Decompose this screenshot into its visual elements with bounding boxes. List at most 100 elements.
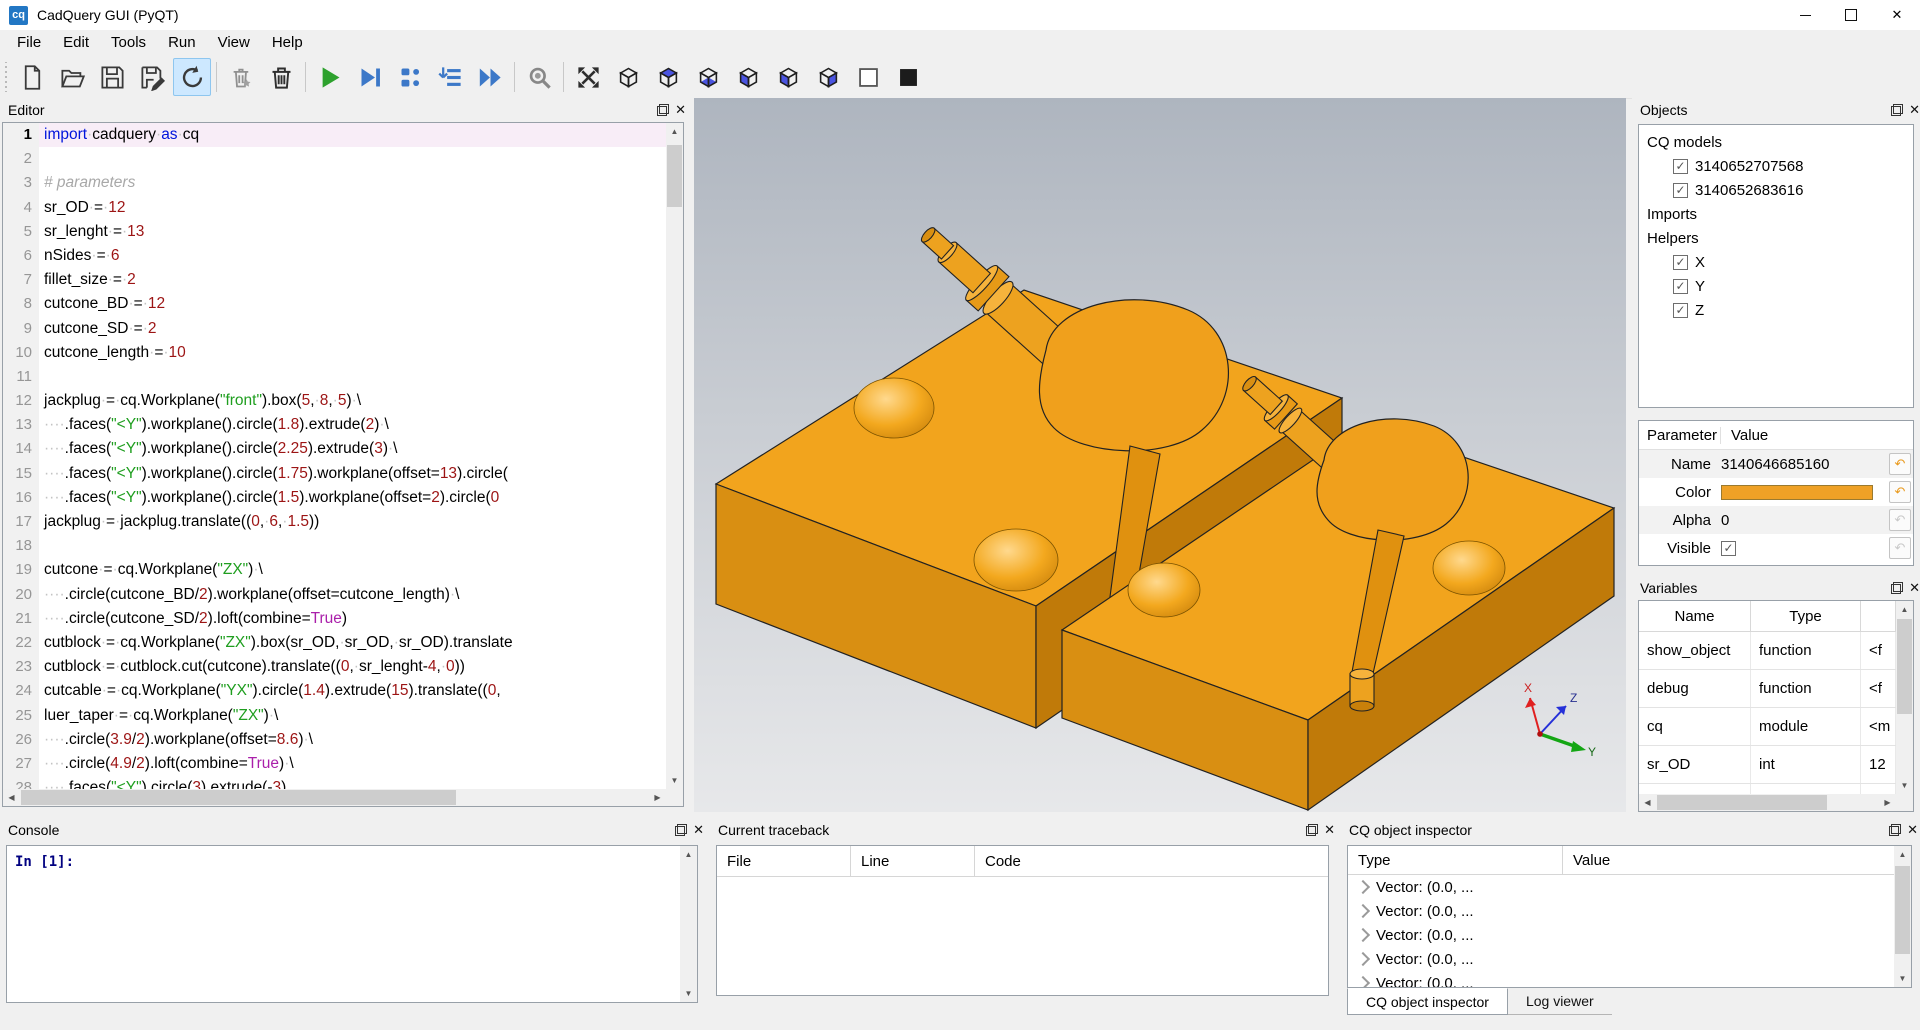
variable-row-sr_lenght[interactable]: sr_lenghtint13 — [1639, 784, 1896, 794]
new-file-button[interactable] — [13, 58, 51, 96]
tree-item[interactable]: ✓Z — [1647, 298, 1913, 322]
visibility-checkbox[interactable]: ✓ — [1673, 303, 1688, 318]
scroll-up-icon[interactable]: ▲ — [1896, 601, 1913, 618]
visibility-checkbox[interactable]: ✓ — [1673, 255, 1688, 270]
fit-view-button[interactable] — [569, 58, 607, 96]
variable-row-cq[interactable]: cqmodule<m — [1639, 708, 1896, 746]
delete-object-button[interactable] — [262, 58, 300, 96]
menu-edit[interactable]: Edit — [52, 30, 100, 56]
step-into-button[interactable] — [431, 58, 469, 96]
visible-checkbox[interactable]: ✓ — [1721, 541, 1736, 556]
color-swatch[interactable] — [1721, 485, 1873, 500]
variables-hscroll-thumb[interactable] — [1657, 795, 1827, 810]
tree-item[interactable]: ✓3140652707568 — [1647, 154, 1913, 178]
tree-item[interactable]: ✓X — [1647, 250, 1913, 274]
parameter-row-alpha[interactable]: Alpha0↶ — [1639, 506, 1913, 534]
editor-hscroll-thumb[interactable] — [21, 790, 456, 805]
maximize-button[interactable] — [1828, 0, 1874, 30]
wireframe-mode-button[interactable] — [849, 58, 887, 96]
editor-vscrollbar[interactable]: ▲ ▼ — [666, 123, 683, 789]
variable-row-debug[interactable]: debugfunction<f — [1639, 670, 1896, 708]
autoreload-button[interactable] — [173, 58, 211, 96]
minimize-button[interactable] — [1782, 0, 1828, 30]
render-button[interactable] — [311, 58, 349, 96]
menu-help[interactable]: Help — [261, 30, 314, 56]
console-float-icon[interactable] — [675, 824, 687, 836]
tab-log-viewer[interactable]: Log viewer — [1508, 988, 1612, 1015]
scroll-right-icon[interactable]: ▶ — [649, 789, 666, 806]
variable-row-sr_OD[interactable]: sr_ODint12 — [1639, 746, 1896, 784]
tree-group-imports[interactable]: Imports — [1647, 202, 1913, 226]
expand-chevron-icon[interactable] — [1356, 880, 1370, 894]
save-as-button[interactable] — [133, 58, 171, 96]
top-view-button[interactable] — [649, 58, 687, 96]
expand-chevron-icon[interactable] — [1356, 928, 1370, 942]
tree-group-helpers[interactable]: Helpers — [1647, 226, 1913, 250]
parameter-row-color[interactable]: Color↶ — [1639, 478, 1913, 506]
parameter-value[interactable]: 0 — [1721, 512, 1889, 529]
menu-view[interactable]: View — [207, 30, 261, 56]
variables-float-icon[interactable] — [1891, 582, 1903, 594]
objects-close-icon[interactable]: ✕ — [1909, 104, 1920, 116]
tree-group-cq-models[interactable]: CQ models — [1647, 130, 1913, 154]
visibility-checkbox[interactable]: ✓ — [1673, 159, 1688, 174]
inspector-row[interactable]: Vector: (0.0, ... — [1348, 971, 1911, 988]
console-panel[interactable]: In [1]: ▲ ▼ — [6, 845, 698, 1003]
scroll-down-icon[interactable]: ▼ — [1894, 970, 1911, 987]
menu-file[interactable]: File — [6, 30, 52, 56]
tree-item[interactable]: ✓Y — [1647, 274, 1913, 298]
parameter-row-visible[interactable]: Visible✓↶ — [1639, 534, 1913, 562]
inspector-close-icon[interactable]: ✕ — [1907, 824, 1918, 836]
scroll-up-icon[interactable]: ▲ — [680, 846, 697, 863]
inspector-row[interactable]: Vector: (0.0, ... — [1348, 923, 1911, 947]
inspect-object-button[interactable] — [520, 58, 558, 96]
inspector-vscroll-thumb[interactable] — [1895, 866, 1910, 954]
iso-view-button[interactable] — [609, 58, 647, 96]
scroll-down-icon[interactable]: ▼ — [666, 772, 683, 789]
left-view-button[interactable] — [729, 58, 767, 96]
save-file-button[interactable] — [93, 58, 131, 96]
editor-hscrollbar[interactable]: ◀ ▶ — [3, 789, 666, 806]
expand-chevron-icon[interactable] — [1356, 952, 1370, 966]
inspector-row[interactable]: Vector: (0.0, ... — [1348, 899, 1911, 923]
variables-vscroll-thumb[interactable] — [1897, 619, 1912, 714]
traceback-float-icon[interactable] — [1306, 824, 1318, 836]
inspector-vscrollbar[interactable]: ▲ ▼ — [1894, 846, 1911, 987]
undo-icon[interactable]: ↶ — [1889, 453, 1911, 475]
close-button[interactable]: ✕ — [1874, 0, 1920, 30]
clear-objects-button[interactable] — [222, 58, 260, 96]
scroll-left-icon[interactable]: ◀ — [3, 789, 20, 806]
parameter-row-name[interactable]: Name3140646685160↶ — [1639, 450, 1913, 478]
parameter-value[interactable]: 3140646685160 — [1721, 456, 1889, 473]
console-vscrollbar[interactable]: ▲ ▼ — [680, 846, 697, 1002]
3d-viewport[interactable]: X Z Y — [694, 98, 1626, 812]
right-view-button[interactable] — [809, 58, 847, 96]
expand-chevron-icon[interactable] — [1356, 904, 1370, 918]
visibility-checkbox[interactable]: ✓ — [1673, 279, 1688, 294]
menu-tools[interactable]: Tools — [100, 30, 157, 56]
toolbar-grip[interactable] — [3, 62, 9, 92]
variables-close-icon[interactable]: ✕ — [1909, 582, 1920, 594]
expand-chevron-icon[interactable] — [1356, 976, 1370, 988]
scroll-up-icon[interactable]: ▲ — [666, 123, 683, 140]
variables-hscrollbar[interactable]: ◀ ▶ — [1639, 794, 1896, 811]
scroll-down-icon[interactable]: ▼ — [680, 985, 697, 1002]
front-view-button[interactable] — [769, 58, 807, 96]
debug-button[interactable] — [351, 58, 389, 96]
inspector-float-icon[interactable] — [1889, 824, 1901, 836]
editor-vscroll-thumb[interactable] — [667, 145, 682, 207]
tree-item[interactable]: ✓3140652683616 — [1647, 178, 1913, 202]
editor-float-icon[interactable] — [657, 104, 669, 116]
code-editor[interactable]: 1import·cadquery·as·cq23# parameters4sr_… — [2, 122, 684, 807]
scroll-up-icon[interactable]: ▲ — [1894, 846, 1911, 863]
objects-float-icon[interactable] — [1891, 104, 1903, 116]
scroll-left-icon[interactable]: ◀ — [1639, 794, 1656, 811]
scroll-down-icon[interactable]: ▼ — [1896, 777, 1913, 794]
bottom-view-button[interactable] — [689, 58, 727, 96]
undo-icon[interactable]: ↶ — [1889, 481, 1911, 503]
shaded-mode-button[interactable] — [889, 58, 927, 96]
parameter-value[interactable] — [1721, 485, 1889, 500]
tab-cq-object-inspector[interactable]: CQ object inspector — [1347, 988, 1508, 1015]
menu-run[interactable]: Run — [157, 30, 207, 56]
parameter-value[interactable]: ✓ — [1721, 541, 1889, 556]
